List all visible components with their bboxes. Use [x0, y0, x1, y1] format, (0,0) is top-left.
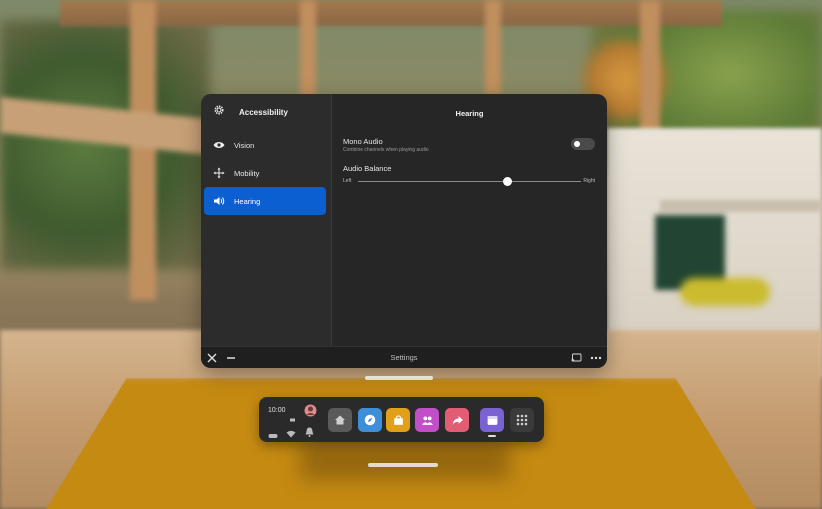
- home-button[interactable]: [328, 408, 352, 432]
- hearing-panel: Hearing Mono Audio Combine channels when…: [332, 94, 607, 347]
- store-icon: [393, 414, 403, 425]
- settings-window-button[interactable]: [480, 408, 504, 432]
- sidebar-item-mobility[interactable]: Mobility: [204, 159, 326, 187]
- sidebar-item-label: Hearing: [234, 196, 261, 206]
- people-icon: [421, 415, 433, 425]
- app-grid-icon: [516, 414, 528, 426]
- window-title: Settings: [390, 353, 418, 362]
- sidebar-item-label: Vision: [234, 140, 255, 150]
- share-button[interactable]: [445, 408, 469, 432]
- window-icon: [487, 415, 497, 425]
- settings-window: Accessibility Vision Mobility Hearing He…: [201, 94, 607, 368]
- app-library-button[interactable]: [510, 408, 534, 432]
- headset-status-icon: [268, 426, 278, 444]
- speaker-icon: [204, 196, 234, 206]
- eye-icon: [204, 140, 234, 150]
- sidebar-item-vision[interactable]: Vision: [204, 131, 326, 159]
- balance-left-label: Left: [343, 178, 352, 184]
- balance-right-label: Right: [583, 178, 595, 184]
- more-options-icon[interactable]: [589, 351, 603, 364]
- active-app-indicator: [488, 435, 496, 437]
- share-icon: [452, 415, 463, 425]
- wifi-icon: [286, 425, 296, 443]
- window-bottom-bar: Settings: [201, 346, 607, 368]
- explore-icon: [364, 414, 376, 426]
- mono-audio-label: Mono Audio: [343, 137, 383, 146]
- notifications-icon[interactable]: [305, 424, 314, 442]
- mono-audio-toggle[interactable]: [571, 138, 595, 150]
- audio-balance-label: Audio Balance: [343, 164, 392, 173]
- mono-audio-description: Combine channels when playing audio: [343, 147, 429, 153]
- window-drag-handle[interactable]: [365, 376, 433, 380]
- sidebar-item-hearing[interactable]: Hearing: [204, 187, 326, 215]
- explore-button[interactable]: [358, 408, 382, 432]
- cast-icon[interactable]: [569, 351, 583, 364]
- audio-balance-thumb[interactable]: [502, 177, 512, 186]
- sidebar-title: Accessibility: [239, 107, 288, 117]
- move-arrows-icon: [204, 167, 234, 179]
- home-icon: [335, 415, 345, 425]
- sidebar-item-label: Mobility: [234, 168, 260, 178]
- page-title: Hearing: [455, 109, 484, 118]
- avatar[interactable]: [304, 404, 317, 422]
- store-button[interactable]: [386, 408, 410, 432]
- gear-icon: [213, 103, 225, 121]
- sidebar: Accessibility Vision Mobility Hearing: [201, 94, 332, 347]
- clock: 10:00: [268, 407, 286, 414]
- dock-drag-handle[interactable]: [368, 463, 438, 467]
- audio-balance-slider[interactable]: [358, 181, 581, 182]
- people-button[interactable]: [415, 408, 439, 432]
- sidebar-header: Accessibility: [201, 94, 331, 130]
- toggle-knob: [574, 141, 580, 147]
- universal-menu-dock: 10:00: [259, 397, 544, 442]
